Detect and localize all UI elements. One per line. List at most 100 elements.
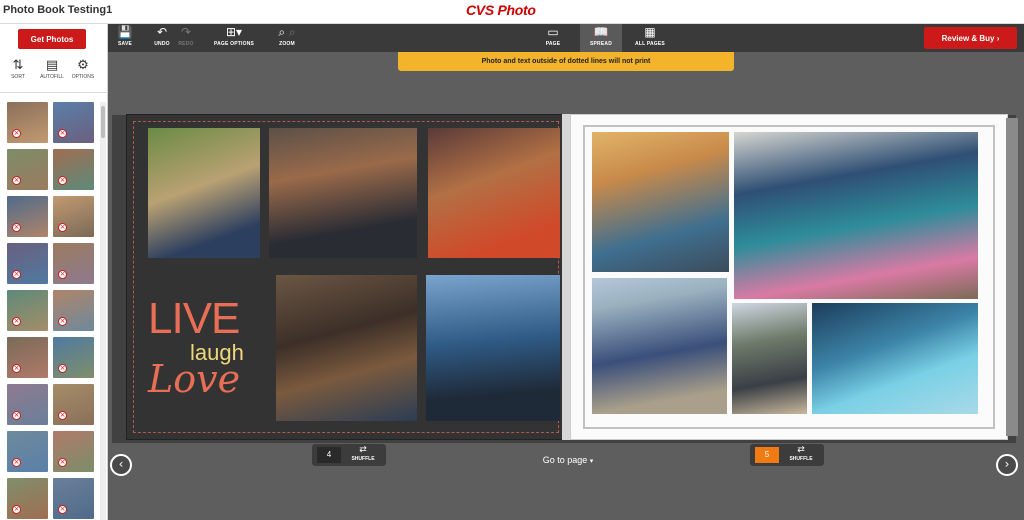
save-label: SAVE: [117, 41, 133, 47]
photo-thumbnail[interactable]: ×: [53, 431, 94, 472]
photo-thumbnail-grid: × × × × × × × × × × × × × × × × × ×: [7, 102, 99, 520]
zoom-icon: ⌕ ⌕: [278, 25, 296, 39]
right-page-controls: 5 ⇄ SHUFFLE: [750, 444, 824, 466]
options-button[interactable]: ⚙ OPTIONS: [66, 58, 100, 80]
used-badge-icon: ×: [58, 223, 67, 232]
text-live: LIVE: [148, 294, 240, 343]
spread-view-button[interactable]: 📖 SPREAD: [580, 24, 622, 52]
sort-icon: ⇅: [12, 58, 24, 73]
photo-slot[interactable]: [732, 303, 807, 414]
live-laugh-love-text[interactable]: LIVE laugh Love: [148, 297, 268, 407]
photo-slot[interactable]: [276, 275, 417, 421]
photo-thumbnail[interactable]: ×: [7, 384, 48, 425]
page-options-icon: ⊞▾: [225, 25, 243, 39]
shuffle-icon: ⇄: [359, 445, 367, 455]
photo-thumbnail[interactable]: ×: [7, 290, 48, 331]
photo-thumbnail[interactable]: ×: [53, 337, 94, 378]
right-page-number[interactable]: 5: [755, 447, 779, 463]
redo-button[interactable]: ↷ REDO: [174, 24, 198, 52]
zoom-button[interactable]: ⌕ ⌕ ZOOM: [272, 24, 302, 52]
photo-slot[interactable]: [812, 303, 978, 414]
top-bar: Photo Book Testing1 CVS Photo: [0, 0, 1024, 24]
undo-button[interactable]: ↶ UNDO: [150, 24, 174, 52]
page-edge: [1006, 118, 1018, 436]
used-badge-icon: ×: [12, 458, 21, 467]
autofill-label: AUTOFILL: [40, 74, 64, 80]
page-options-button[interactable]: ⊞▾ PAGE OPTIONS: [210, 24, 258, 52]
photo-thumbnail[interactable]: ×: [7, 102, 48, 143]
photo-thumbnail[interactable]: ×: [7, 196, 48, 237]
used-badge-icon: ×: [58, 176, 67, 185]
photo-slot[interactable]: [148, 128, 260, 258]
spread-view-label: SPREAD: [589, 41, 613, 47]
photo-thumbnail[interactable]: ×: [7, 149, 48, 190]
used-badge-icon: ×: [58, 458, 67, 467]
photo-thumbnail[interactable]: ×: [53, 149, 94, 190]
caret-down-icon: ▾: [589, 458, 594, 465]
photo-thumbnail[interactable]: ×: [7, 243, 48, 284]
photo-slot[interactable]: [269, 128, 417, 258]
autofill-icon: ▤: [45, 58, 59, 73]
photo-sidebar: Get Photos ⇅ SORT ▤ AUTOFILL ⚙ OPTIONS ×…: [0, 24, 108, 520]
right-shuffle-button[interactable]: ⇄ SHUFFLE: [784, 445, 818, 462]
photo-thumbnail[interactable]: ×: [53, 478, 94, 519]
sidebar-tools: ⇅ SORT ▤ AUTOFILL ⚙ OPTIONS: [0, 58, 108, 88]
used-badge-icon: ×: [58, 364, 67, 373]
go-to-page-label: Go to page: [542, 455, 588, 465]
go-to-page-dropdown[interactable]: Go to page ▾: [528, 455, 608, 465]
photo-thumbnail[interactable]: ×: [53, 290, 94, 331]
undo-label: UNDO: [154, 41, 170, 47]
page-options-label: PAGE OPTIONS: [213, 41, 255, 47]
redo-icon: ↷: [180, 25, 192, 39]
page-view-button[interactable]: ▭ PAGE: [538, 24, 568, 52]
photo-thumbnail[interactable]: ×: [53, 384, 94, 425]
brand-logo: CVS Photo: [466, 2, 536, 18]
review-buy-button[interactable]: Review & Buy ›: [924, 27, 1017, 49]
shuffle-icon: ⇄: [797, 445, 805, 455]
used-badge-icon: ×: [58, 317, 67, 326]
autofill-button[interactable]: ▤ AUTOFILL: [35, 58, 69, 80]
used-badge-icon: ×: [12, 223, 21, 232]
left-page-number[interactable]: 4: [317, 447, 341, 463]
photo-slot[interactable]: [592, 132, 729, 272]
photo-slot[interactable]: [592, 278, 727, 414]
book-spine: [562, 114, 570, 440]
all-pages-label: ALL PAGES: [635, 41, 665, 47]
review-buy-label: Review & Buy: [941, 33, 995, 43]
save-button[interactable]: 💾 SAVE: [112, 24, 138, 52]
photo-slot[interactable]: [426, 275, 560, 421]
sidebar-scrollbar[interactable]: [100, 102, 106, 520]
scrollbar-thumb[interactable]: [101, 106, 105, 138]
photo-thumbnail[interactable]: ×: [53, 102, 94, 143]
used-badge-icon: ×: [12, 411, 21, 420]
sidebar-divider: [0, 92, 108, 93]
get-photos-button[interactable]: Get Photos: [18, 29, 86, 49]
redo-label: REDO: [178, 41, 194, 47]
project-title: Photo Book Testing1: [3, 4, 113, 16]
editor-toolbar: 💾 SAVE ↶ UNDO ↷ REDO ⊞▾ PAGE OPTIONS ⌕ ⌕…: [108, 24, 1024, 52]
photo-thumbnail[interactable]: ×: [7, 431, 48, 472]
print-warning-banner: Photo and text outside of dotted lines w…: [398, 52, 734, 71]
page-icon: ▭: [547, 25, 559, 39]
sort-button[interactable]: ⇅ SORT: [1, 58, 35, 80]
shuffle-label: SHUFFLE: [789, 456, 813, 462]
photo-thumbnail[interactable]: ×: [53, 243, 94, 284]
used-badge-icon: ×: [12, 317, 21, 326]
photo-thumbnail[interactable]: ×: [7, 478, 48, 519]
options-label: OPTIONS: [71, 74, 95, 80]
used-badge-icon: ×: [12, 270, 21, 279]
used-badge-icon: ×: [58, 505, 67, 514]
chevron-left-icon: ‹: [118, 457, 124, 471]
zoom-label: ZOOM: [279, 41, 295, 47]
photo-slot[interactable]: [428, 128, 560, 258]
previous-spread-button[interactable]: ‹: [110, 454, 132, 476]
used-badge-icon: ×: [12, 176, 21, 185]
used-badge-icon: ×: [58, 411, 67, 420]
left-shuffle-button[interactable]: ⇄ SHUFFLE: [346, 445, 380, 462]
photo-slot[interactable]: [734, 132, 978, 299]
next-spread-button[interactable]: ›: [996, 454, 1018, 476]
all-pages-button[interactable]: ▦ ALL PAGES: [630, 24, 670, 52]
photo-thumbnail[interactable]: ×: [53, 196, 94, 237]
photo-thumbnail[interactable]: ×: [7, 337, 48, 378]
chevron-right-icon: ›: [1004, 457, 1010, 471]
